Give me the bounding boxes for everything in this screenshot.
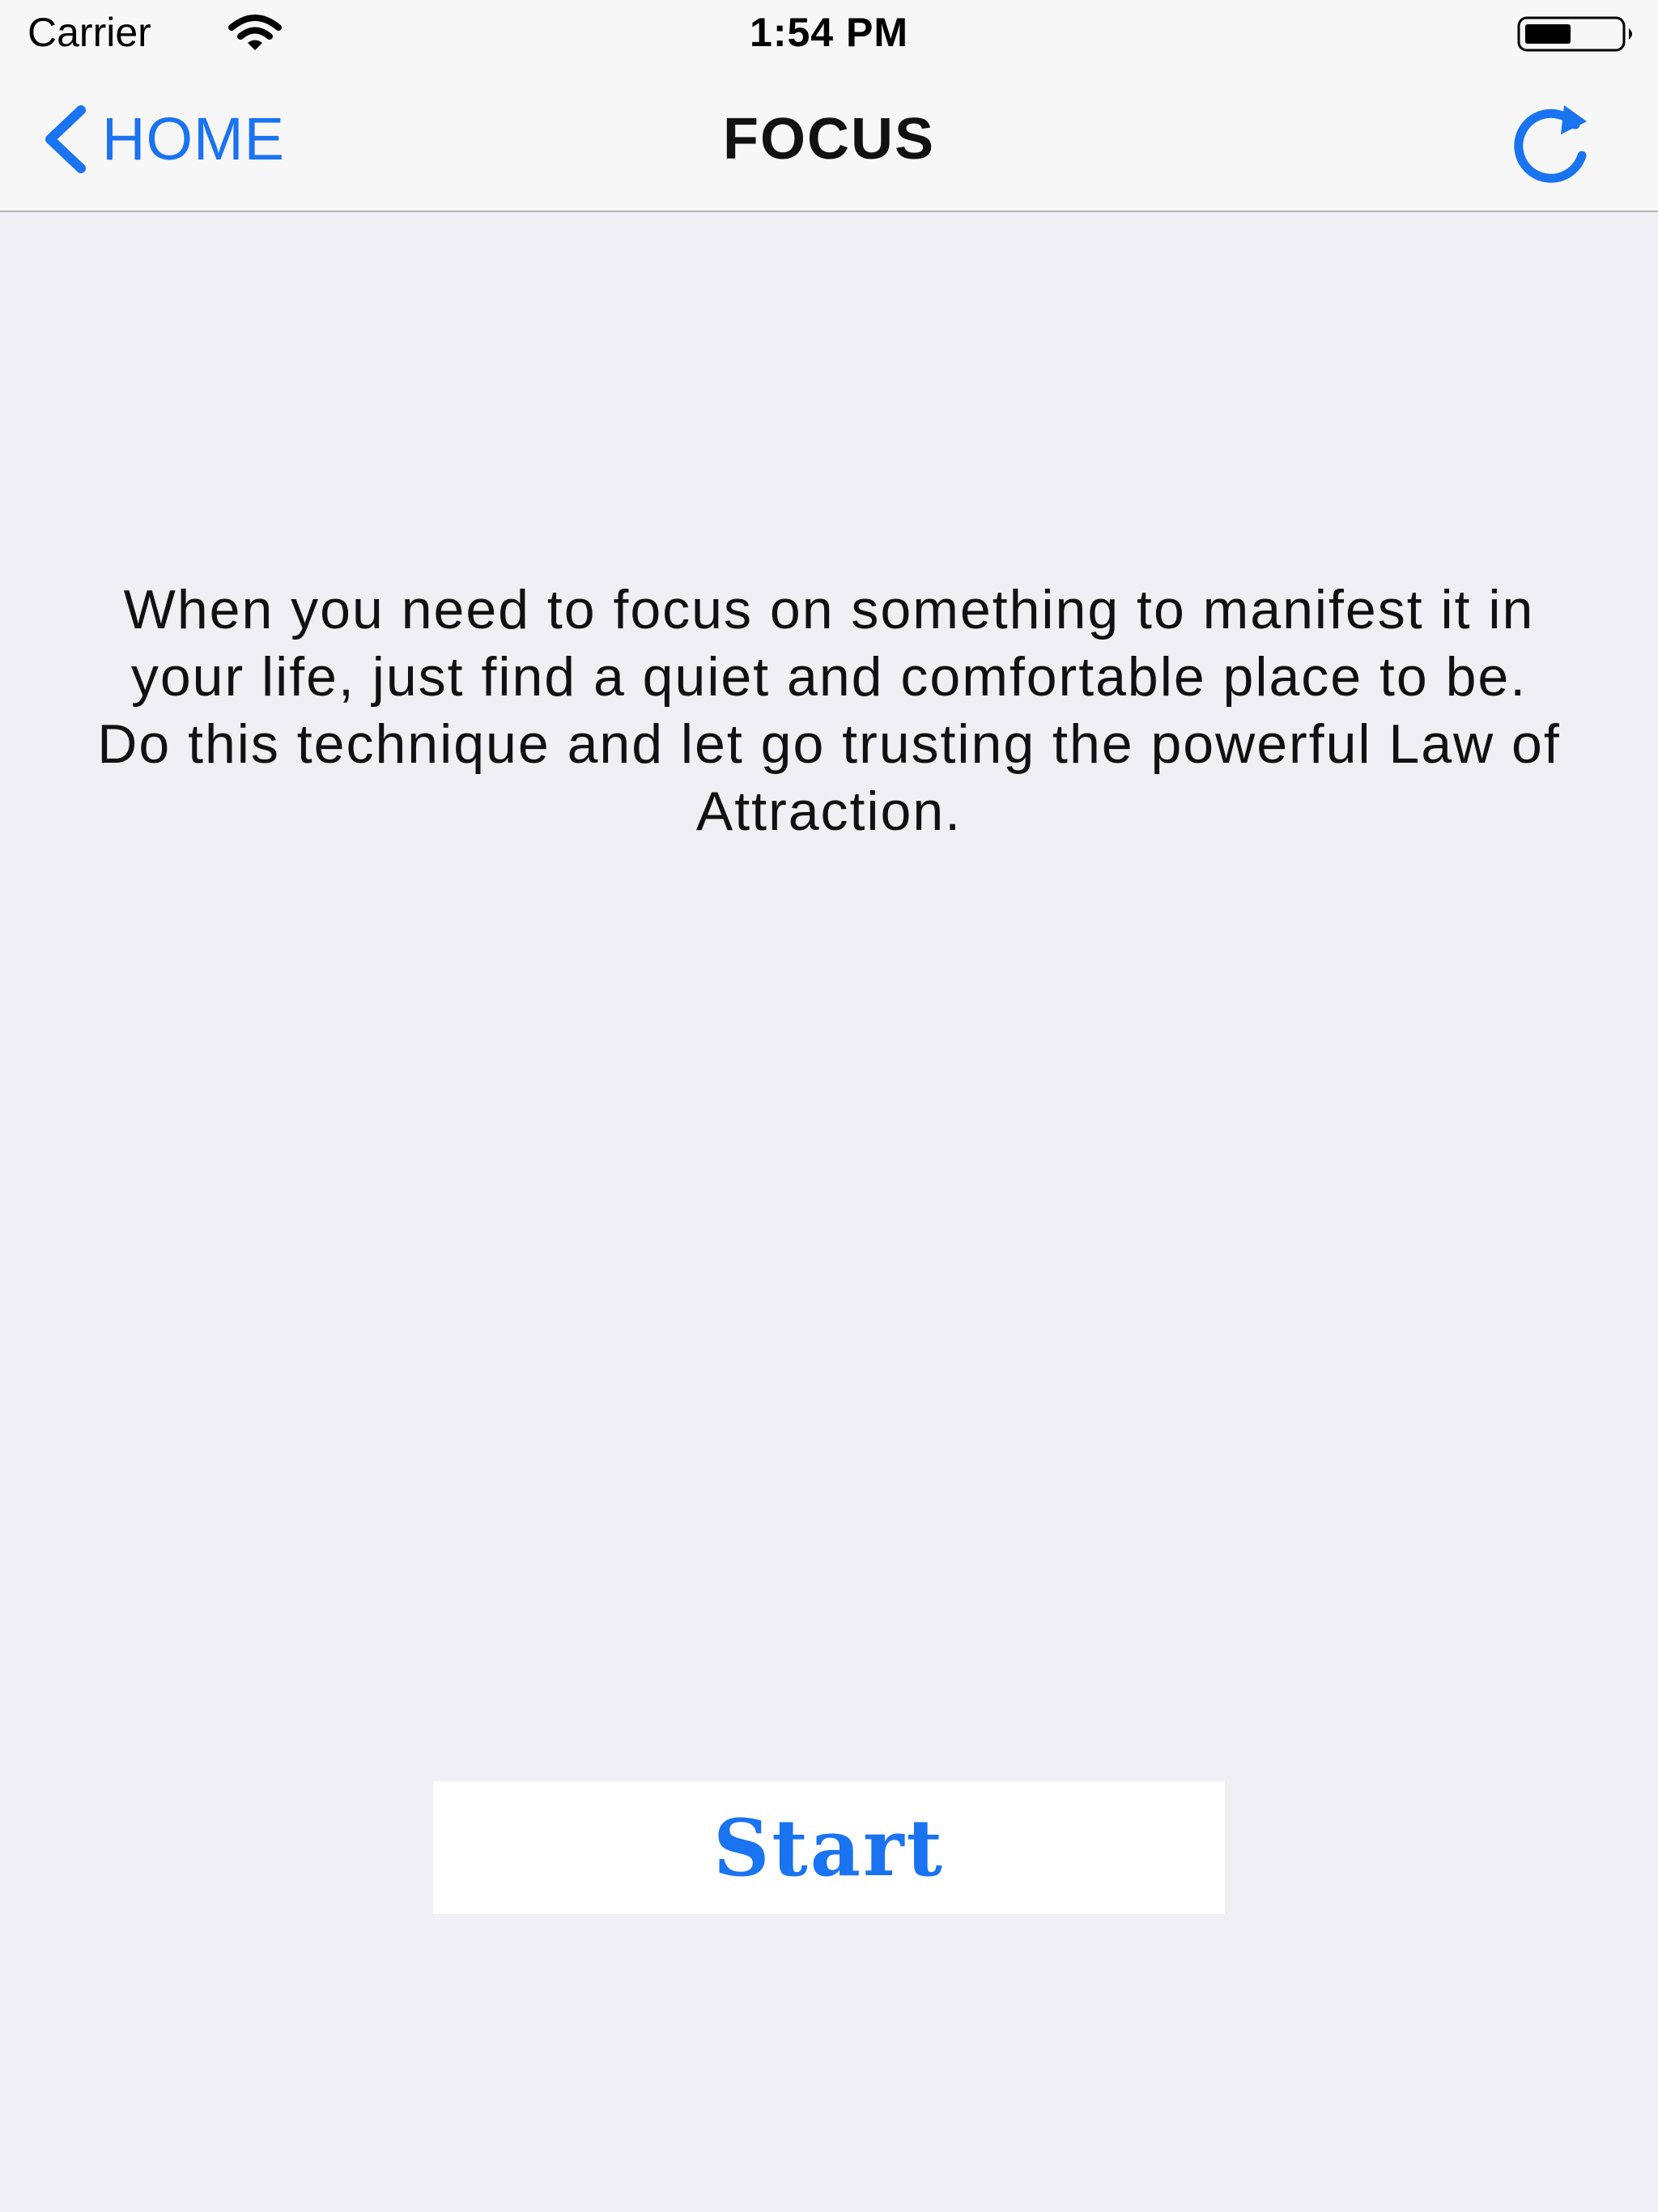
main-content: When you need to focus on something to m… <box>0 212 1658 2212</box>
refresh-icon <box>1514 105 1587 183</box>
navigation-bar: HOME FOCUS <box>0 68 1658 211</box>
top-bar: Carrier 1:54 PM HOME FOCUS <box>0 0 1658 212</box>
refresh-button[interactable] <box>1496 94 1601 183</box>
focus-description: When you need to focus on something to m… <box>97 579 1561 842</box>
battery-icon <box>1517 16 1632 52</box>
page-title: FOCUS <box>723 107 935 172</box>
status-time: 1:54 PM <box>750 10 908 55</box>
start-button[interactable]: Start <box>433 1781 1225 1914</box>
start-button-label: Start <box>713 1802 945 1894</box>
status-bar: Carrier 1:54 PM <box>0 0 1658 68</box>
